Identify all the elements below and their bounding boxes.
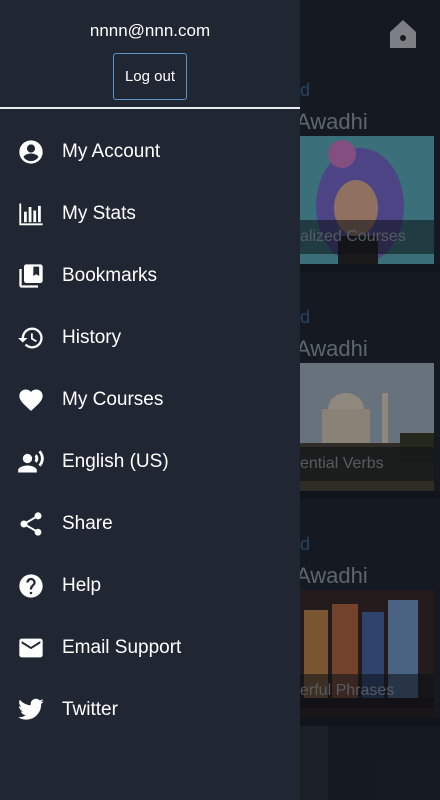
- voice-icon: [17, 448, 45, 476]
- navigation-drawer: nnnn@nnn.com Log out My Account My Stats: [0, 0, 300, 800]
- menu-item-my-account[interactable]: My Account: [0, 121, 300, 183]
- heart-icon: [17, 386, 45, 414]
- menu-label: English (US): [62, 451, 169, 472]
- menu-label: Share: [62, 513, 113, 534]
- menu-item-bookmarks[interactable]: Bookmarks: [0, 245, 300, 307]
- menu-label: Help: [62, 575, 102, 596]
- bookmarks-icon: [17, 262, 45, 290]
- menu-label: Email Support: [62, 637, 182, 658]
- menu-label: My Stats: [62, 203, 136, 224]
- share-icon: [17, 510, 45, 538]
- menu-label: My Account: [62, 141, 161, 162]
- menu-label: My Courses: [62, 389, 164, 410]
- help-icon: [17, 572, 45, 600]
- menu-item-email-support[interactable]: Email Support: [0, 617, 300, 679]
- mail-icon: [17, 634, 45, 662]
- menu-item-my-stats[interactable]: My Stats: [0, 183, 300, 245]
- app-screen: d Awadhi alized Courses d Awadhi ential …: [0, 0, 440, 800]
- drawer-header: nnnn@nnn.com Log out: [0, 0, 300, 109]
- user-email: nnnn@nnn.com: [89, 21, 211, 40]
- menu-item-language[interactable]: English (US): [0, 431, 300, 493]
- menu-item-twitter[interactable]: Twitter: [0, 679, 300, 741]
- menu-label: History: [62, 327, 122, 348]
- history-icon: [17, 324, 45, 352]
- account-icon: [17, 138, 45, 166]
- logout-button[interactable]: Log out: [113, 53, 187, 100]
- drawer-menu: My Account My Stats Bookmarks History My…: [0, 109, 300, 741]
- menu-label: Bookmarks: [62, 265, 158, 286]
- menu-item-history[interactable]: History: [0, 307, 300, 369]
- menu-item-share[interactable]: Share: [0, 493, 300, 555]
- menu-item-my-courses[interactable]: My Courses: [0, 369, 300, 431]
- menu-label: Twitter: [62, 699, 118, 720]
- menu-item-help[interactable]: Help: [0, 555, 300, 617]
- twitter-icon: [17, 696, 45, 724]
- stats-icon: [17, 200, 45, 228]
